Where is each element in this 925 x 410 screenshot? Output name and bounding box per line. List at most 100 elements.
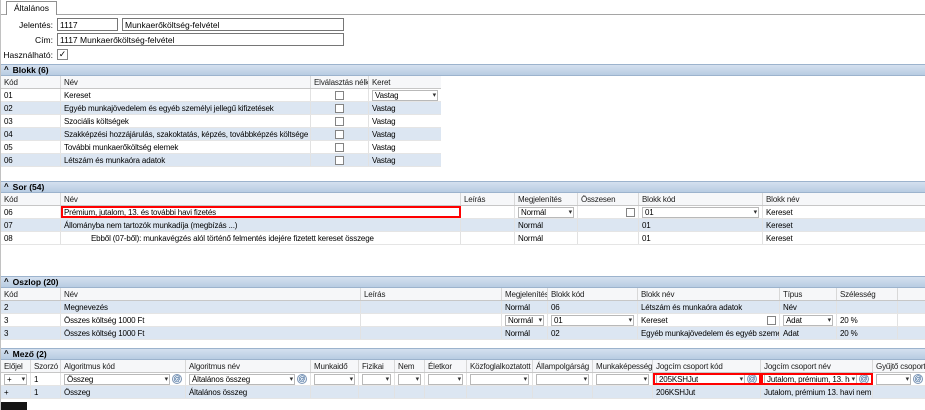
column-header-algoritmus-nev[interactable]: Algoritmus név — [186, 360, 311, 372]
table-row[interactable]: 04 Szakképzési hozzájárulás, szakoktatás… — [1, 128, 441, 141]
title-input[interactable] — [57, 33, 344, 46]
table-row[interactable]: 08 Ebből (07-ből): munkavégzés alól tört… — [1, 232, 925, 245]
eletkor-combobox[interactable]: ▾ — [428, 374, 463, 385]
column-header-munkakepesseg[interactable]: Munkaképesség — [593, 360, 653, 372]
nem-combobox[interactable]: ▾ — [398, 374, 421, 385]
table-row[interactable]: 3 Összes költség 1000 Ft Normál 02 Egyéb… — [1, 327, 925, 340]
megjelenites-combobox[interactable]: Normál ▾ — [505, 315, 544, 326]
cell-blokk-kod: 02 — [548, 327, 638, 339]
column-header-kod[interactable]: Kód — [1, 288, 61, 300]
lookup-icon[interactable]: @ — [172, 374, 182, 384]
jogcim-csoport-nev-combobox[interactable]: Jutalom, prémium, 13. havi rendszeres ▾ — [764, 374, 857, 385]
column-header-megjelenites[interactable]: Megjelenítés — [515, 193, 578, 205]
lookup-icon[interactable]: @ — [297, 374, 307, 384]
elvalasztas-checkbox[interactable] — [335, 156, 344, 165]
table-row[interactable]: 03 Szociális költségek Vastag — [1, 115, 441, 128]
algoritmus-kod-combobox[interactable]: Összeg ▾ — [64, 374, 170, 385]
section-header-blokk[interactable]: ^ Blokk (6) — [1, 64, 925, 76]
table-row[interactable]: + ▾ 1 Összeg ▾ @ Általános összeg ▾ @ — [1, 373, 925, 386]
column-header-osszesen[interactable]: Összesen — [578, 193, 639, 205]
table-row[interactable]: 3 Összes költség 1000 Ft Normál ▾ 01 ▾ K… — [1, 314, 925, 327]
table-row[interactable]: 06 Prémium, jutalom, 13. és további havi… — [1, 206, 925, 219]
report-code-input[interactable] — [57, 18, 118, 31]
column-header-nev[interactable]: Név — [61, 76, 311, 88]
elvalasztas-checkbox[interactable] — [335, 117, 344, 126]
cell-keret: Vastag — [369, 102, 441, 114]
munkakepesseg-combobox[interactable]: ▾ — [596, 374, 649, 385]
keret-combobox[interactable]: Vastag ▾ — [372, 90, 438, 101]
column-header-elvalasztas[interactable]: Elválasztás nélkül — [311, 76, 369, 88]
table-row[interactable]: + 1 Összeg Általános összeg 206KSHJut Ju… — [1, 386, 925, 399]
cell-elvalasztas — [311, 115, 369, 127]
column-header-allampolgarsag[interactable]: Állampolgárság — [533, 360, 593, 372]
lookup-icon[interactable]: @ — [859, 374, 869, 384]
elvalasztas-checkbox[interactable] — [335, 91, 344, 100]
osszesen-checkbox[interactable] — [626, 208, 635, 217]
column-header-megjelenites[interactable]: Megjelenítés — [502, 288, 548, 300]
allampolgarsag-combobox[interactable]: ▾ — [536, 374, 589, 385]
column-header-szorzo[interactable]: Szorzó — [31, 360, 61, 372]
column-header-leiras[interactable]: Leírás — [461, 193, 515, 205]
cell-elvalasztas — [311, 128, 369, 140]
cell-filler — [898, 314, 925, 326]
table-row[interactable]: 07 Állományba nem tartozók munkadíja (me… — [1, 219, 925, 232]
table-row[interactable]: 01 Kereset Vastag ▾ — [1, 89, 441, 102]
tipus-combobox[interactable]: Adat ▾ — [783, 315, 833, 326]
column-header-nem[interactable]: Nem — [395, 360, 425, 372]
blokk-kod-combobox[interactable]: 01 ▾ — [551, 315, 634, 326]
elojel-combobox[interactable]: + ▾ — [4, 374, 27, 385]
gyujto-csoport-kod-combobox[interactable]: ▾ — [876, 374, 911, 385]
column-header-keret[interactable]: Keret — [369, 76, 441, 88]
cell-tipus: Adat ▾ — [780, 314, 837, 326]
column-header-fizikai[interactable]: Fizikai — [359, 360, 395, 372]
report-name-input[interactable] — [122, 18, 344, 31]
munkaido-combobox[interactable]: ▾ — [314, 374, 355, 385]
jogcim-csoport-kod-combobox[interactable]: 205KSHJut ▾ — [656, 374, 745, 385]
column-header-tipus[interactable]: Típus — [780, 288, 837, 300]
column-header-nev[interactable]: Név — [61, 193, 461, 205]
cell-tipus: Név — [780, 301, 837, 313]
blokk-kod-combobox[interactable]: 01 ▾ — [642, 207, 759, 218]
lookup-icon[interactable]: @ — [913, 374, 923, 384]
table-row[interactable]: 05 További munkaerőköltség elemek Vastag — [1, 141, 441, 154]
tab-altalanos[interactable]: Általános — [6, 1, 57, 15]
kozfoglalkoztatott-combobox[interactable]: ▾ — [470, 374, 529, 385]
column-header-szelesseg[interactable]: Szélesség — [837, 288, 898, 300]
section-header-oszlop[interactable]: ^ Oszlop (20) — [1, 276, 925, 288]
fizikai-combobox[interactable]: ▾ — [362, 374, 391, 385]
elvalasztas-checkbox[interactable] — [335, 143, 344, 152]
column-header-jogcim-csoport-kod[interactable]: Jogcím csoport kód — [653, 360, 761, 372]
section-sor: ^ Sor (54) Kód Név Leírás Megjelenítés Ö… — [1, 181, 925, 245]
column-header-blokk-kod[interactable]: Blokk kód — [639, 193, 763, 205]
algoritmus-nev-combobox[interactable]: Általános összeg ▾ — [189, 374, 295, 385]
check-icon: ✓ — [59, 50, 67, 59]
elvalasztas-checkbox[interactable] — [335, 104, 344, 113]
section-header-sor[interactable]: ^ Sor (54) — [1, 181, 925, 193]
column-header-gyujto-csoport-kod[interactable]: Gyűjtő csoport kód — [873, 360, 925, 372]
column-header-munkaido[interactable]: Munkaidő — [311, 360, 359, 372]
cell-nev: Szakképzési hozzájárulás, szakoktatás, k… — [61, 128, 311, 140]
column-header-blokk-nev[interactable]: Blokk név — [638, 288, 780, 300]
column-header-eletkor[interactable]: Életkor — [425, 360, 467, 372]
column-header-blokk-kod[interactable]: Blokk kód — [548, 288, 638, 300]
usable-checkbox[interactable]: ✓ — [57, 49, 68, 60]
column-header-kozfoglalkoztatott[interactable]: Közfoglalkoztatott — [467, 360, 533, 372]
blokk-nev-checkbox[interactable] — [767, 316, 776, 325]
table-row[interactable]: 06 Létszám és munkaóra adatok Vastag — [1, 154, 441, 167]
cell-jogcim-csoport-nev-highlighted: Jutalom, prémium, 13. havi rendszeres ▾ … — [761, 373, 873, 385]
megjelenites-combobox[interactable]: Normál ▾ — [518, 207, 574, 218]
column-header-elojel[interactable]: Előjel — [1, 360, 31, 372]
table-row[interactable]: 02 Egyéb munkajövedelem és egyéb személy… — [1, 102, 441, 115]
lookup-icon[interactable]: @ — [747, 374, 757, 384]
section-header-mezo[interactable]: ^ Mező (2) — [1, 348, 925, 360]
column-header-kod[interactable]: Kód — [1, 76, 61, 88]
column-header-kod[interactable]: Kód — [1, 193, 61, 205]
column-header-jogcim-csoport-nev[interactable]: Jogcím csoport név — [761, 360, 873, 372]
column-header-leiras[interactable]: Leírás — [361, 288, 502, 300]
elvalasztas-checkbox[interactable] — [335, 130, 344, 139]
table-row[interactable]: 2 Megnevezés Normál 06 Létszám és munkaó… — [1, 301, 925, 314]
column-header-blokk-nev[interactable]: Blokk név — [763, 193, 925, 205]
column-header-algoritmus-kod[interactable]: Algoritmus kód — [61, 360, 186, 372]
combo-value: 01 — [554, 316, 563, 325]
column-header-nev[interactable]: Név — [61, 288, 361, 300]
